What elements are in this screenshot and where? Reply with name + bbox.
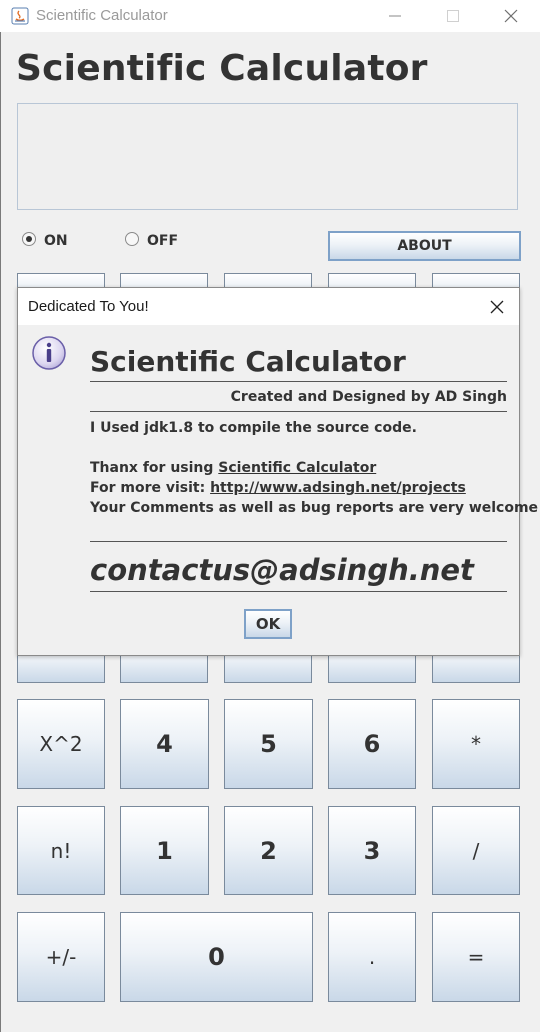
ok-button[interactable]: OK: [244, 609, 292, 639]
thanks-link[interactable]: Scientific Calculator: [218, 460, 376, 476]
page-title: Scientific Calculator: [16, 48, 428, 89]
jdk-text: I Used jdk1.8 to compile the source code…: [90, 420, 417, 436]
window-border: [0, 32, 1, 1032]
digit-3-button[interactable]: 3: [328, 806, 416, 895]
close-icon: [490, 300, 504, 314]
on-radio[interactable]: [22, 232, 36, 246]
window-title: Scientific Calculator: [36, 7, 168, 24]
minimize-icon: [389, 15, 401, 17]
divide-button[interactable]: /: [432, 806, 520, 895]
divider: [90, 381, 507, 382]
website-link[interactable]: http://www.adsingh.net/projects: [210, 480, 466, 496]
digit-0-button[interactable]: 0: [120, 912, 313, 1002]
dialog-heading: Scientific Calculator: [90, 345, 406, 378]
email-text: contactus@adsingh.net: [90, 553, 474, 587]
close-window-button[interactable]: [482, 0, 540, 32]
digit-4-button[interactable]: 4: [120, 699, 209, 789]
dialog-title: Dedicated To You!: [28, 298, 149, 315]
digit-5-button[interactable]: 5: [224, 699, 313, 789]
digit-6-button[interactable]: 6: [328, 699, 416, 789]
divider: [90, 591, 507, 592]
maximize-icon: [447, 10, 459, 22]
info-icon: [30, 334, 68, 372]
divider: [90, 541, 507, 542]
visit-text: For more visit:: [90, 480, 211, 496]
maximize-button[interactable]: [424, 0, 482, 32]
square-button[interactable]: X^2: [17, 699, 105, 789]
visit-line: For more visit: http://www.adsingh.net/p…: [90, 480, 466, 496]
dialog-titlebar: Dedicated To You!: [18, 288, 519, 325]
minimize-button[interactable]: [366, 0, 424, 32]
multiply-button[interactable]: *: [432, 699, 520, 789]
close-icon: [504, 9, 518, 23]
thanks-line: Thanx for using Scientific Calculator: [90, 460, 376, 476]
negate-button[interactable]: +/-: [17, 912, 105, 1002]
credit-text: Created and Designed by AD Singh: [230, 389, 507, 405]
equals-button[interactable]: =: [432, 912, 520, 1002]
divider: [90, 411, 507, 412]
digit-2-button[interactable]: 2: [224, 806, 313, 895]
about-button[interactable]: ABOUT: [328, 231, 521, 261]
dialog-close-button[interactable]: [484, 294, 510, 320]
java-icon: [11, 7, 29, 25]
off-radio[interactable]: [125, 232, 139, 246]
off-radio-label[interactable]: OFF: [147, 233, 178, 249]
decimal-button[interactable]: .: [328, 912, 416, 1002]
about-dialog: Dedicated To You! Scientific Calculator …: [17, 287, 540, 656]
thanks-text: Thanx for using: [90, 460, 219, 476]
comments-text: Your Comments as well as bug reports are…: [90, 500, 540, 516]
window-titlebar: Scientific Calculator: [0, 0, 540, 32]
on-radio-label[interactable]: ON: [44, 233, 68, 249]
calculator-display[interactable]: [17, 103, 518, 210]
factorial-button[interactable]: n!: [17, 806, 105, 895]
digit-1-button[interactable]: 1: [120, 806, 209, 895]
